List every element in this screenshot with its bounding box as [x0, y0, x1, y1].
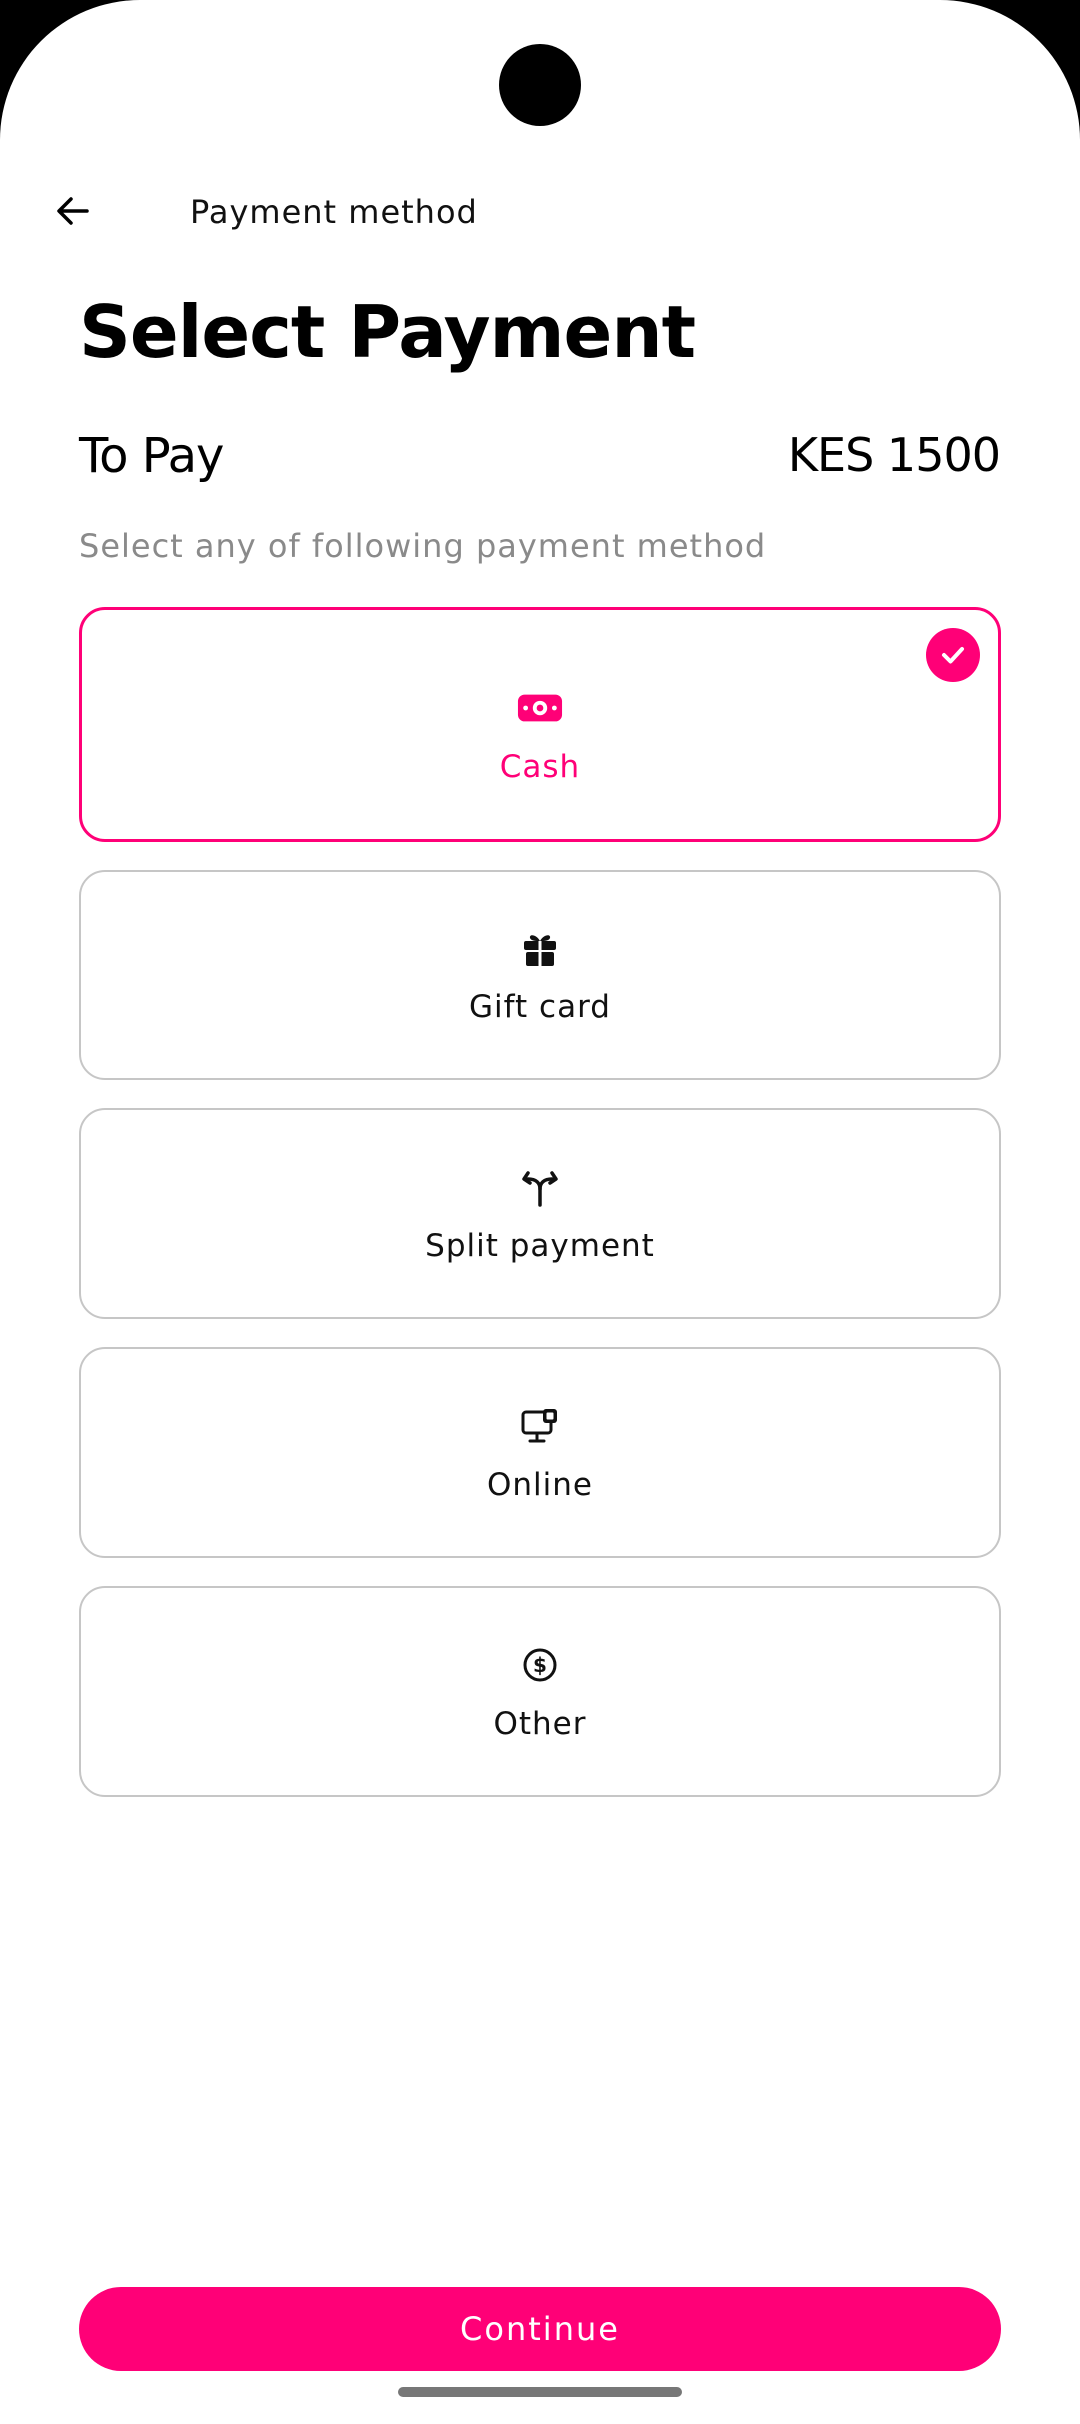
select-payment-heading: Select Payment: [79, 290, 696, 374]
payment-option-other[interactable]: $ Other: [79, 1586, 1001, 1797]
continue-button[interactable]: Continue: [79, 2287, 1001, 2371]
payment-option-cash[interactable]: Cash: [79, 607, 1001, 842]
payment-option-online[interactable]: Online: [79, 1347, 1001, 1558]
home-indicator[interactable]: [398, 2387, 682, 2397]
payment-option-label: Online: [487, 1466, 593, 1503]
screen: Payment method Select Payment To Pay KES…: [0, 0, 1080, 2424]
payment-option-split-payment[interactable]: Split payment: [79, 1108, 1001, 1319]
gift-icon: [517, 925, 563, 971]
to-pay-amount: KES 1500: [787, 428, 1001, 482]
payment-option-label: Gift card: [469, 989, 611, 1025]
back-button[interactable]: [40, 180, 106, 246]
check-icon: [926, 628, 980, 682]
svg-text:$: $: [533, 1653, 547, 1677]
cash-icon: [517, 685, 563, 731]
payment-hint: Select any of following payment method: [79, 527, 767, 565]
payment-option-gift-card[interactable]: Gift card: [79, 870, 1001, 1080]
payment-option-label: Other: [493, 1705, 587, 1742]
payment-option-label: Cash: [499, 748, 581, 785]
arrow-left-icon: [53, 191, 93, 235]
online-payment-icon: [517, 1403, 563, 1449]
page-title: Payment method: [190, 193, 478, 231]
split-icon: [517, 1164, 563, 1210]
camera-cutout: [499, 44, 581, 126]
dollar-circle-icon: $: [517, 1642, 563, 1688]
to-pay-label: To Pay: [79, 428, 224, 484]
payment-option-label: Split payment: [425, 1227, 655, 1264]
